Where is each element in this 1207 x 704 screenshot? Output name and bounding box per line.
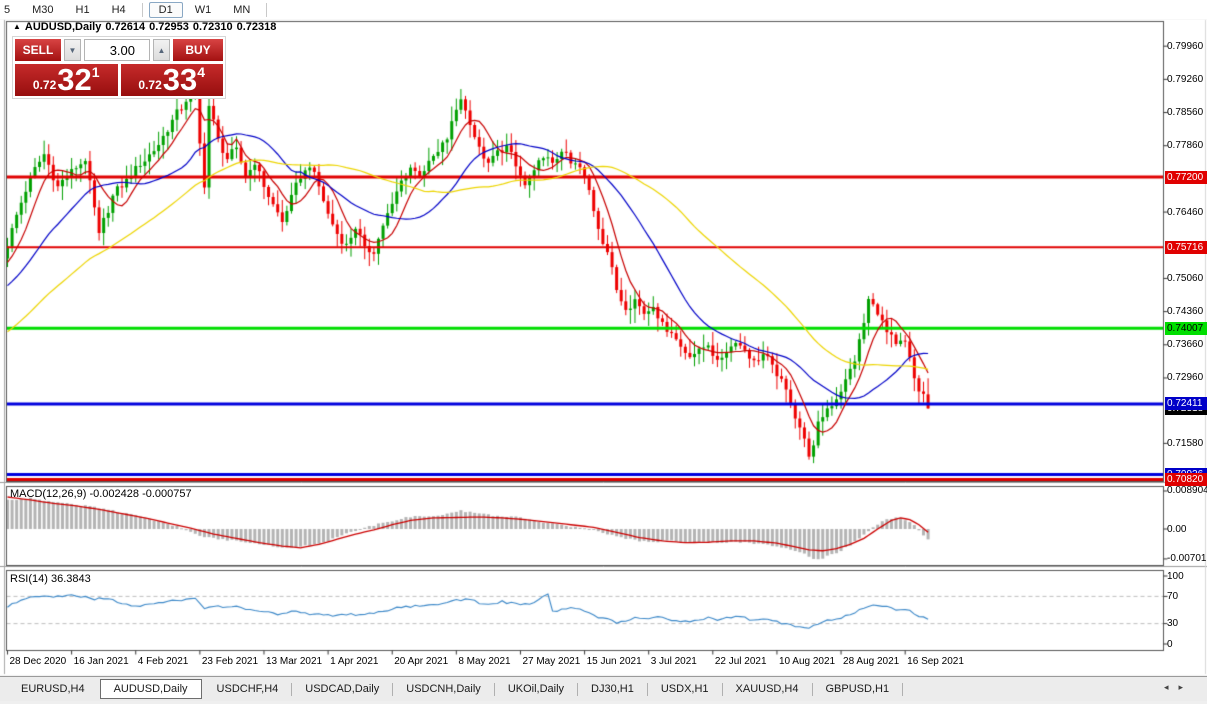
date-tick-label: 27 May 2021 — [522, 656, 581, 667]
price-tick-label: 0.77860 — [1167, 140, 1204, 152]
buy-price-pips: 33 — [162, 62, 198, 97]
toolbar-separator — [266, 2, 268, 17]
buy-button[interactable]: BUY — [173, 39, 223, 61]
price-level-label-blue: 0.72411 — [1165, 397, 1207, 411]
trading-platform-window: 5 M30 H1 H4 D1 W1 MN ▲ AUDUSD,Daily 0.72614 0.729… — [0, 0, 1207, 704]
rsi-tick-label: 0 — [1167, 638, 1173, 650]
rsi-indicator-label: RSI(14) 36.3843 — [10, 573, 91, 585]
date-tick-label: 28 Aug 2021 — [843, 656, 900, 667]
volume-decrease-button[interactable]: ▼ — [64, 39, 81, 61]
price-chart-canvas[interactable] — [0, 0, 1207, 704]
rsi-tick-label: 30 — [1167, 618, 1179, 630]
chart-title: ▲ AUDUSD,Daily 0.72614 0.72953 0.72310 0.7231… — [13, 21, 280, 33]
timeframe-toolbar: 5 M30 H1 H4 D1 W1 MN — [0, 0, 1207, 19]
price-tick-label: 0.75060 — [1167, 272, 1204, 284]
chart-tab-xauusd[interactable]: XAUUSD,H4 — [723, 680, 812, 698]
sell-price-point: 1 — [91, 64, 100, 80]
ohlc-high: 0.72953 — [149, 21, 189, 33]
macd-tick-label: -0.00701 — [1167, 553, 1207, 565]
chart-symbol-period: AUDUSD,Daily — [24, 21, 102, 33]
sell-price-pips: 32 — [57, 62, 92, 97]
price-tick-label: 0.72960 — [1167, 372, 1204, 384]
price-tick-label: 0.74360 — [1167, 306, 1204, 318]
timeframe-button-mn[interactable]: MN — [223, 2, 260, 18]
timeframe-button-w1[interactable]: W1 — [185, 2, 222, 18]
price-level-label-green: 0.74007 — [1165, 321, 1207, 335]
sell-price-box[interactable]: 0.72 32 1 — [15, 64, 118, 96]
sell-price-prefix: 0.72 — [32, 78, 57, 92]
chart-tab-gbpusd[interactable]: GBPUSD,H1 — [813, 680, 903, 698]
price-tick-label: 0.79960 — [1167, 40, 1204, 52]
buy-price-box[interactable]: 0.72 33 4 — [120, 62, 223, 97]
timeframe-button-h4[interactable]: H4 — [102, 2, 136, 18]
chart-tab-ukoil[interactable]: UKOil,Daily — [495, 680, 577, 698]
price-tick-label: 0.71580 — [1167, 437, 1204, 449]
date-tick-label: 28 Dec 2020 — [9, 656, 67, 667]
chart-tab-usdx[interactable]: USDX,H1 — [648, 680, 722, 698]
chart-tab-audusd[interactable]: AUDUSD,Daily — [99, 679, 202, 699]
timeframe-button-5[interactable]: 5 — [0, 2, 20, 18]
price-level-label-red: 0.75716 — [1165, 240, 1207, 254]
price-tick-label: 0.78560 — [1167, 107, 1204, 119]
ohlc-close: 0.72318 — [236, 21, 277, 33]
timeframe-button-d1[interactable]: D1 — [148, 1, 183, 18]
ohlc-open: 0.72614 — [105, 21, 146, 33]
volume-input[interactable]: 3.00 — [84, 39, 150, 61]
date-tick-label: 15 Jun 2021 — [586, 656, 642, 667]
date-tick-label: 22 Jul 2021 — [714, 656, 767, 667]
bar-direction-icon: ▲ — [13, 22, 21, 31]
one-click-trading-panel: SELL ▼ 3.00 ▲ BUY 0.72 32 1 0.72 33 4 — [12, 36, 226, 99]
ohlc-low: 0.72310 — [192, 21, 233, 33]
date-tick-label: 13 Mar 2021 — [265, 656, 323, 667]
date-tick-label: 3 Jul 2021 — [650, 656, 697, 667]
volume-increase-button[interactable]: ▲ — [153, 39, 170, 61]
date-tick-label: 8 May 2021 — [458, 656, 511, 667]
tab-separator — [902, 682, 904, 696]
buy-price-point: 4 — [197, 64, 206, 80]
chevron-down-icon: ▼ — [68, 45, 77, 55]
scroll-left-icon[interactable]: ◂ — [1164, 682, 1179, 692]
chart-tab-usdcnh[interactable]: USDCNH,Daily — [393, 680, 494, 698]
timeframe-button-m30[interactable]: M30 — [22, 2, 63, 18]
date-tick-label: 23 Feb 2021 — [201, 656, 259, 667]
timeframe-button-h1[interactable]: H1 — [66, 2, 100, 18]
buy-price-prefix: 0.72 — [138, 78, 162, 92]
chevron-up-icon: ▲ — [157, 45, 166, 55]
date-tick-label: 10 Aug 2021 — [778, 656, 836, 667]
sell-button[interactable]: SELL — [15, 39, 61, 61]
tab-scroll-arrows: ◂▸ — [1164, 682, 1193, 693]
chart-tab-eurusd[interactable]: EURUSD,H4 — [8, 680, 98, 698]
price-level-label-red: 0.77200 — [1165, 170, 1207, 184]
chart-tab-dj30[interactable]: DJ30,H1 — [578, 680, 647, 698]
macd-indicator-label: MACD(12,26,9) -0.002428 -0.000757 — [10, 488, 192, 500]
date-tick-label: 16 Sep 2021 — [907, 656, 964, 667]
rsi-tick-label: 70 — [1167, 590, 1179, 602]
price-tick-label: 0.76460 — [1167, 206, 1204, 218]
chart-tab-usdcad[interactable]: USDCAD,Daily — [292, 680, 392, 698]
chart-tab-bar: EURUSD,H4 AUDUSD,Daily USDCHF,H4 USDCAD,Dai… — [0, 676, 1207, 701]
price-tick-label: 0.79260 — [1167, 73, 1204, 85]
date-tick-label: 1 Apr 2021 — [330, 656, 379, 667]
date-tick-label: 20 Apr 2021 — [394, 656, 449, 667]
scroll-right-icon[interactable]: ▸ — [1178, 682, 1193, 692]
date-tick-label: 4 Feb 2021 — [137, 656, 189, 667]
toolbar-separator — [141, 2, 143, 17]
macd-tick-label: 0.00 — [1167, 523, 1187, 535]
rsi-tick-label: 100 — [1167, 570, 1184, 582]
price-tick-label: 0.73660 — [1167, 339, 1204, 351]
macd-tick-label: 0.008904 — [1167, 485, 1207, 497]
date-tick-label: 16 Jan 2021 — [73, 656, 129, 667]
chart-tab-usdchf[interactable]: USDCHF,H4 — [204, 680, 292, 698]
price-level-label-red: 0.70820 — [1165, 472, 1207, 486]
